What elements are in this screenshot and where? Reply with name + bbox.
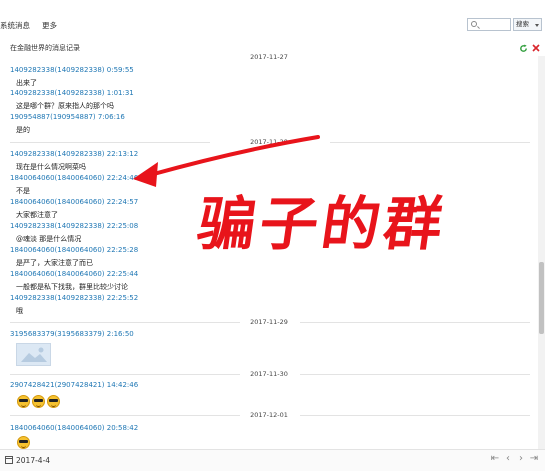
next-page-icon[interactable]: › [516, 453, 526, 465]
message-text: 哦 [16, 307, 23, 315]
message-sender[interactable]: 1840064060(1840064060) 20:58:42 [10, 424, 138, 432]
message-sender[interactable]: 1409282338(1409282338) 22:25:52 [10, 294, 138, 302]
message-text: 出来了 [16, 79, 37, 87]
image-placeholder-icon [21, 347, 47, 362]
message-sender[interactable]: 1840064060(1840064060) 22:24:57 [10, 198, 138, 206]
date-label: 2017-11-28 [246, 138, 292, 146]
message-sender[interactable]: 1840064060(1840064060) 22:25:28 [10, 246, 138, 254]
scrollbar-track[interactable] [538, 56, 545, 449]
message-sender[interactable]: 1409282338(1409282338) 0:59:55 [10, 66, 134, 74]
message-sender[interactable]: 1409282338(1409282338) 22:25:08 [10, 222, 138, 230]
date-label: 2017-11-29 [246, 318, 292, 326]
message-text: 现在是什么情况啊菜吗 [16, 163, 86, 171]
first-page-icon[interactable]: ⇤ [490, 453, 500, 465]
message-text: 这是哪个群？原来指人的那个吗 [16, 102, 114, 110]
date-label: 2017-12-01 [246, 411, 292, 419]
date-label: 2017-11-27 [246, 53, 292, 61]
bottom-bar [0, 449, 545, 471]
prev-page-icon[interactable]: ‹ [503, 453, 513, 465]
message-text: 一般都是私下找我，群里比较少讨论 [16, 283, 128, 291]
message-sender[interactable]: 1409282338(1409282338) 1:01:31 [10, 89, 134, 97]
calendar-icon[interactable] [5, 456, 13, 464]
annotation-text: 骗子的群 [193, 190, 451, 258]
date-separator: 2017-11-30 [0, 370, 538, 378]
message-sender[interactable]: 1840064060(1840064060) 22:24:46 [10, 174, 138, 182]
scrollbar-thumb[interactable] [539, 262, 544, 334]
message-text: 是的 [16, 126, 30, 134]
message-sender[interactable]: 1409282338(1409282338) 22:13:12 [10, 150, 138, 158]
date-label: 2017-11-30 [246, 370, 292, 378]
date-separator: 2017-11-29 [0, 318, 538, 326]
message-sender[interactable]: 2907428421(2907428421) 14:42:46 [10, 381, 138, 389]
sunglasses-emoji-icon [17, 436, 30, 449]
message-sender[interactable]: 1840064060(1840064060) 22:25:44 [10, 270, 138, 278]
message-sender[interactable]: 190954887(190954887) 7:06:16 [10, 113, 125, 121]
date-field[interactable]: 2017-4-4 [16, 456, 50, 465]
date-separator: 2017-12-01 [0, 411, 538, 419]
date-separator: 2017-11-28 [0, 138, 538, 146]
last-page-icon[interactable]: ⇥ [529, 453, 539, 465]
sunglasses-emoji-icon [17, 395, 30, 408]
message-text: 是严了，大家注意了而已 [16, 259, 93, 267]
date-separator: 2017-11-27 [0, 53, 538, 61]
image-thumbnail[interactable] [16, 343, 51, 366]
sunglasses-emoji-icon [32, 395, 45, 408]
message-text: @魂淡 那是什么情况 [16, 235, 82, 243]
message-text: 大家都注意了 [16, 211, 58, 219]
message-text: 不是 [16, 187, 30, 195]
sunglasses-emoji-icon [47, 395, 60, 408]
message-sender[interactable]: 3195683379(3195683379) 2:16:50 [10, 330, 134, 338]
